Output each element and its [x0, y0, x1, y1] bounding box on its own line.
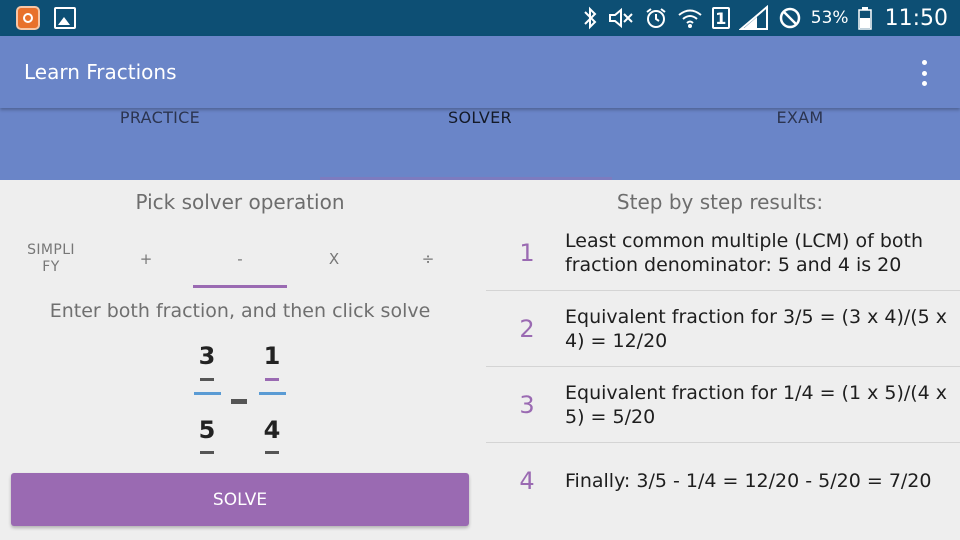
signal-icon	[738, 5, 768, 30]
fraction1-numerator-underline	[200, 378, 214, 381]
minus-operator-icon	[231, 399, 247, 404]
result-step: 4 Finally: 3/5 - 1/4 = 12/20 - 5/20 = 7/…	[486, 443, 960, 519]
battery-percent: 53%	[810, 8, 849, 28]
step-text: Equivalent fraction for 1/4 = (1 x 5)/(4…	[565, 381, 948, 428]
operation-subtract[interactable]: -	[193, 230, 287, 288]
step-number: 1	[519, 238, 535, 267]
result-step: 3 Equivalent fraction for 1/4 = (1 x 5)/…	[486, 367, 960, 443]
mute-icon	[608, 7, 633, 29]
tab-solver[interactable]: SOLVER	[320, 108, 640, 180]
operation-add[interactable]: +	[99, 230, 193, 288]
solve-button[interactable]: SOLVE	[11, 473, 469, 526]
battery-icon	[857, 7, 872, 30]
results-panel: Step by step results: 1 Least common mul…	[480, 180, 960, 540]
app-title: Learn Fractions	[24, 60, 177, 84]
app-notification-icon	[16, 6, 40, 30]
wifi-icon	[678, 9, 702, 28]
solver-instructions: Enter both fraction, and then click solv…	[49, 300, 431, 322]
fraction1-denominator-underline	[200, 451, 214, 454]
tab-exam[interactable]: EXAM	[640, 108, 960, 180]
gallery-icon	[54, 7, 76, 29]
operation-selector: SIMPLI FY + - X ÷	[0, 230, 480, 288]
step-number: 3	[519, 390, 535, 419]
do-not-disturb-icon	[779, 7, 801, 29]
operation-divide[interactable]: ÷	[381, 230, 475, 288]
result-step: 2 Equivalent fraction for 3/5 = (3 x 4)/…	[486, 291, 960, 367]
results-heading: Step by step results:	[616, 190, 824, 214]
solver-panel: Pick solver operation SIMPLI FY + - X ÷ …	[0, 180, 480, 540]
tab-bar: PRACTICE SOLVER EXAM	[0, 108, 960, 180]
step-text: Equivalent fraction for 3/5 = (3 x 4)/(5…	[565, 305, 948, 352]
solver-heading: Pick solver operation	[135, 190, 345, 214]
fraction2-numerator-underline	[265, 378, 279, 381]
fraction2-denominator-underline	[265, 451, 279, 454]
status-bar: 1 53% 11:50	[0, 0, 960, 36]
fraction-input-area: 3 5 1 4	[0, 340, 480, 460]
fraction2-numerator-input[interactable]: 1	[252, 342, 292, 370]
overflow-menu-icon[interactable]	[912, 58, 936, 88]
fraction2-bar	[259, 392, 286, 395]
operation-multiply[interactable]: X	[287, 230, 381, 288]
step-text: Finally: 3/5 - 1/4 = 12/20 - 5/20 = 7/20	[565, 470, 932, 492]
result-step: 1 Least common multiple (LCM) of both fr…	[486, 215, 960, 291]
operation-simplify[interactable]: SIMPLI FY	[4, 230, 98, 288]
fraction1-numerator-input[interactable]: 3	[187, 342, 227, 370]
step-number: 2	[519, 314, 535, 343]
fraction1-denominator-input[interactable]: 5	[187, 416, 227, 444]
app-bar: Learn Fractions	[0, 36, 960, 108]
fraction2-denominator-input[interactable]: 4	[252, 416, 292, 444]
alarm-icon	[646, 8, 666, 28]
step-text: Least common multiple (LCM) of both frac…	[565, 229, 924, 276]
fraction1-bar	[194, 392, 221, 395]
sim-icon: 1	[711, 7, 730, 29]
step-number: 4	[519, 467, 535, 495]
bluetooth-icon	[584, 6, 597, 30]
tab-practice[interactable]: PRACTICE	[0, 108, 320, 180]
clock: 11:50	[884, 5, 948, 31]
